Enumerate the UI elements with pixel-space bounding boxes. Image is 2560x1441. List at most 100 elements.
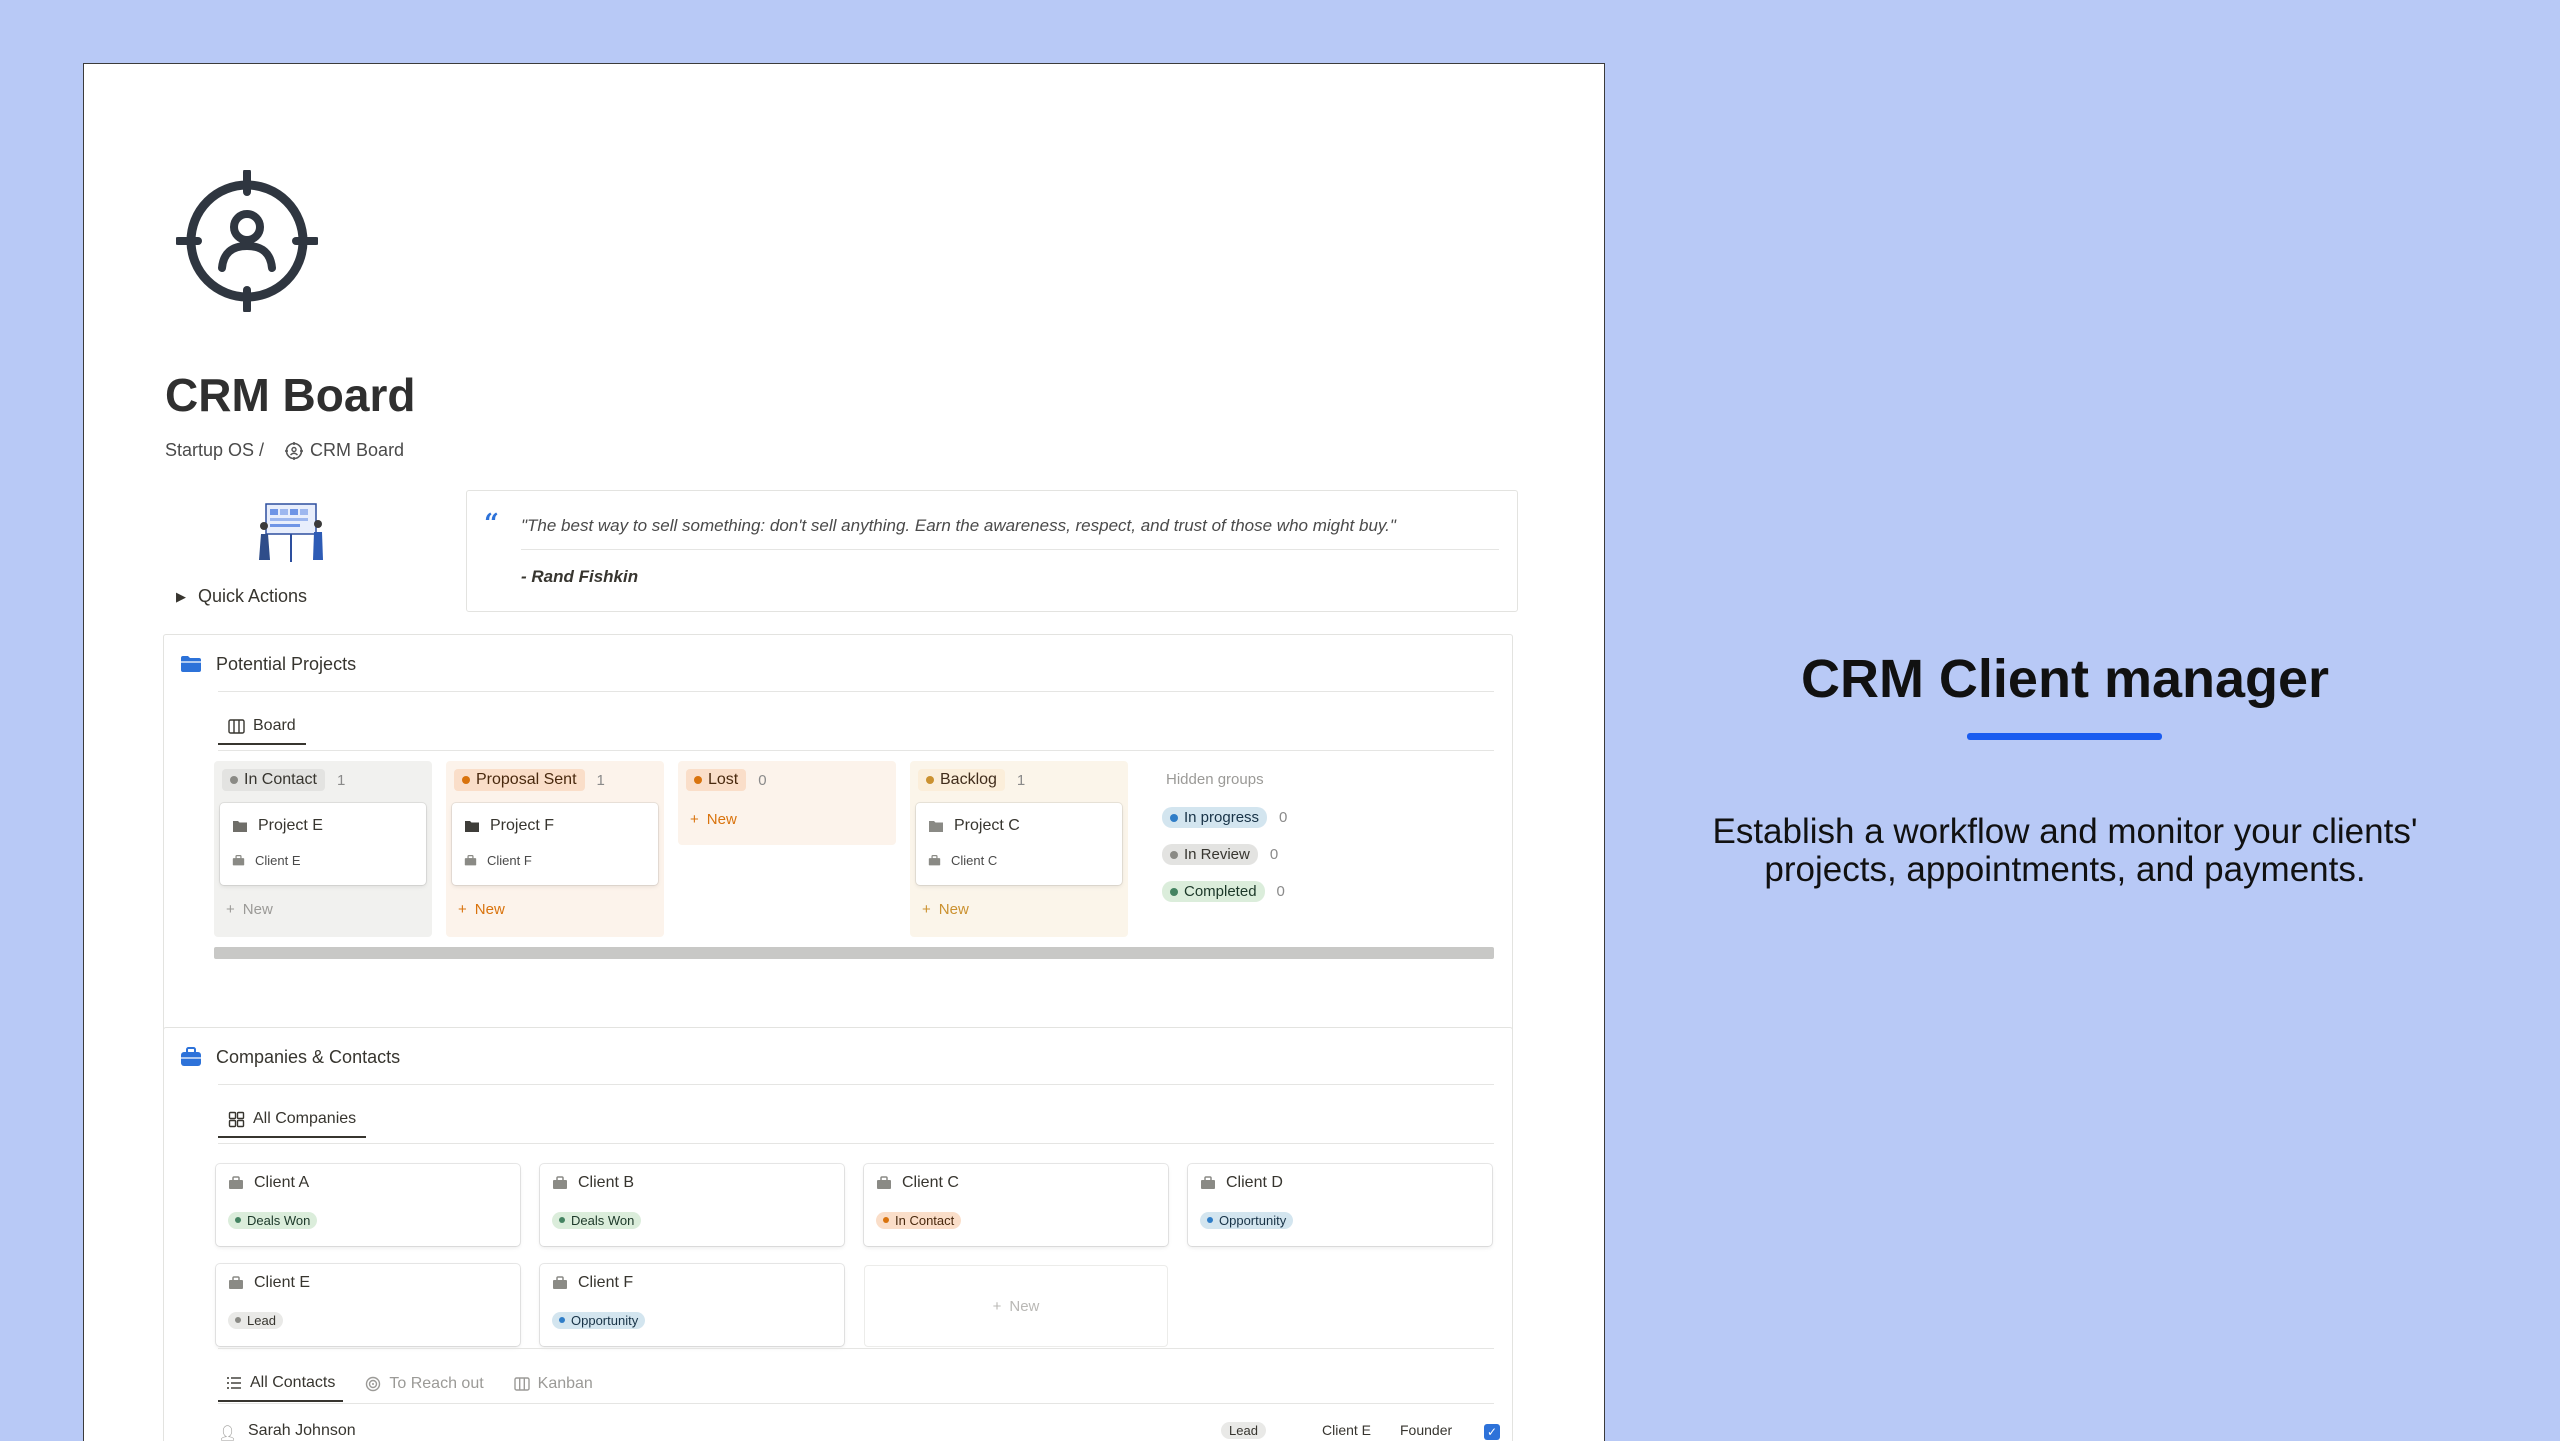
breadcrumb-root[interactable]: Startup OS / <box>165 440 264 461</box>
breadcrumb-current[interactable]: CRM Board <box>310 440 404 461</box>
company-name-row: Client A <box>228 1174 309 1192</box>
project-card[interactable]: Project F Client F <box>452 803 658 885</box>
quote-callout: “ "The best way to sell something: don't… <box>466 490 1518 612</box>
board-column-backlog: Backlog 1 Project C Client C + New <box>910 761 1128 937</box>
folder-icon <box>233 821 247 832</box>
company-card[interactable]: Client D Opportunity <box>1188 1164 1492 1246</box>
hidden-group-in-review[interactable]: In Review 0 <box>1162 844 1278 865</box>
divider <box>218 691 1494 692</box>
hidden-groups-label: Hidden groups <box>1166 771 1264 788</box>
card-client: Client F <box>487 853 532 868</box>
contact-company: Client E <box>1322 1422 1372 1438</box>
contact-name: Sarah Johnson <box>248 1422 356 1439</box>
project-card[interactable]: Project C Client C <box>916 803 1122 885</box>
card-title-row: Project C <box>928 817 1020 835</box>
company-card[interactable]: Client A Deals Won <box>216 1164 520 1246</box>
company-card[interactable]: Client B Deals Won <box>540 1164 844 1246</box>
promo-underline <box>1967 733 2162 740</box>
promo-subtitle-line: Establish a workflow and monitor your cl… <box>1712 812 2418 851</box>
status-label: In Contact <box>244 771 317 788</box>
status-label: Lead <box>247 1312 276 1328</box>
divider <box>218 1084 1494 1085</box>
status-pill: In Review <box>1162 844 1258 865</box>
section-header: Companies & Contacts <box>180 1046 400 1068</box>
status-pill[interactable]: Proposal Sent <box>454 769 585 791</box>
tab-kanban[interactable]: Kanban <box>506 1374 601 1402</box>
section-title[interactable]: Companies & Contacts <box>216 1047 400 1068</box>
status-label: In Review <box>1184 846 1250 863</box>
view-tab-all-companies[interactable]: All Companies <box>218 1110 367 1138</box>
add-new-button[interactable]: + New <box>458 901 505 918</box>
status-pill: Opportunity <box>1200 1211 1294 1229</box>
company-card[interactable]: Client F Opportunity <box>540 1264 844 1346</box>
card-relation: Client E <box>232 853 301 868</box>
status-pill[interactable]: Lost <box>686 769 747 791</box>
company-name: Client D <box>1226 1174 1283 1191</box>
folder-icon <box>181 656 201 672</box>
tab-to-reach-out[interactable]: To Reach out <box>357 1374 491 1402</box>
company-name-row: Client F <box>552 1274 633 1292</box>
status-dot <box>559 1217 565 1223</box>
quote-text: "The best way to sell something: don't s… <box>521 516 1396 535</box>
company-card[interactable]: Client E Lead <box>216 1264 520 1346</box>
status-label: Lost <box>708 771 739 788</box>
presentation-illustration <box>259 503 323 562</box>
plus-icon: + <box>226 901 235 918</box>
company-name: Client B <box>578 1174 635 1191</box>
promo-subtitle: Establish a workflow and monitor your cl… <box>1660 813 2470 889</box>
briefcase-icon <box>553 1276 567 1289</box>
add-new-company-button[interactable]: + New <box>864 1265 1168 1347</box>
column-count: 1 <box>1016 771 1026 789</box>
column-count: 0 <box>758 771 767 789</box>
target-person-icon <box>285 441 304 460</box>
company-card[interactable]: Client C In Contact <box>864 1164 1168 1246</box>
status-pill: Deals Won <box>552 1211 642 1229</box>
status-dot <box>1170 887 1178 896</box>
section-title[interactable]: Potential Projects <box>216 654 356 675</box>
status-label: Proposal Sent <box>476 771 577 788</box>
add-new-button[interactable]: + New <box>226 901 273 918</box>
briefcase-icon <box>877 1176 891 1189</box>
status-dot <box>926 776 934 784</box>
company-status: Opportunity <box>1200 1210 1294 1229</box>
contact-row[interactable]: 👤︎ Sarah Johnson Lead Client E Founder ✓ <box>218 1420 1500 1441</box>
column-header: Backlog 1 <box>918 769 1025 791</box>
view-tab-label: All Companies <box>253 1110 357 1127</box>
project-card[interactable]: Project E Client E <box>220 803 426 885</box>
plus-icon: + <box>690 811 699 828</box>
horizontal-scrollbar[interactable] <box>214 947 1494 959</box>
status-dot <box>1170 850 1178 859</box>
gallery-icon <box>228 1111 245 1127</box>
company-name: Client A <box>254 1174 310 1191</box>
quick-actions-label: Quick Actions <box>198 586 308 606</box>
card-relation: Client C <box>928 853 997 868</box>
status-pill[interactable]: In Contact <box>222 769 325 791</box>
status-label: Opportunity <box>571 1312 639 1328</box>
status-pill: Completed <box>1162 881 1265 902</box>
hidden-group-completed[interactable]: Completed 0 <box>1162 881 1285 902</box>
status-label: Opportunity <box>1219 1212 1287 1228</box>
board-icon <box>228 718 245 734</box>
board-column-in-contact: In Contact 1 Project E Client E + New <box>214 761 432 937</box>
hidden-group-in-progress[interactable]: In progress 0 <box>1162 807 1287 828</box>
quick-actions-toggle[interactable]: ▶ Quick Actions <box>176 586 307 607</box>
card-title: Project F <box>490 817 555 834</box>
add-new-button[interactable]: + New <box>690 811 737 828</box>
status-pill: In Contact <box>876 1211 962 1229</box>
status-label: Completed <box>1184 883 1257 900</box>
company-status: In Contact <box>876 1210 962 1229</box>
tab-all-contacts[interactable]: All Contacts <box>218 1374 344 1402</box>
status-dot <box>235 1317 241 1323</box>
add-new-button[interactable]: + New <box>922 901 969 918</box>
checkbox-checked-icon[interactable]: ✓ <box>1484 1424 1500 1440</box>
add-new-label: New <box>242 901 273 918</box>
status-pill: Opportunity <box>552 1311 646 1329</box>
status-dot <box>694 776 702 784</box>
status-label: Deals Won <box>571 1212 635 1228</box>
company-name: Client F <box>578 1274 634 1291</box>
status-pill[interactable]: Backlog <box>918 769 1005 791</box>
column-header: Proposal Sent 1 <box>454 769 605 791</box>
divider <box>218 1403 1494 1404</box>
view-tab-board[interactable]: Board <box>218 717 306 745</box>
card-title-row: Project F <box>464 817 554 835</box>
